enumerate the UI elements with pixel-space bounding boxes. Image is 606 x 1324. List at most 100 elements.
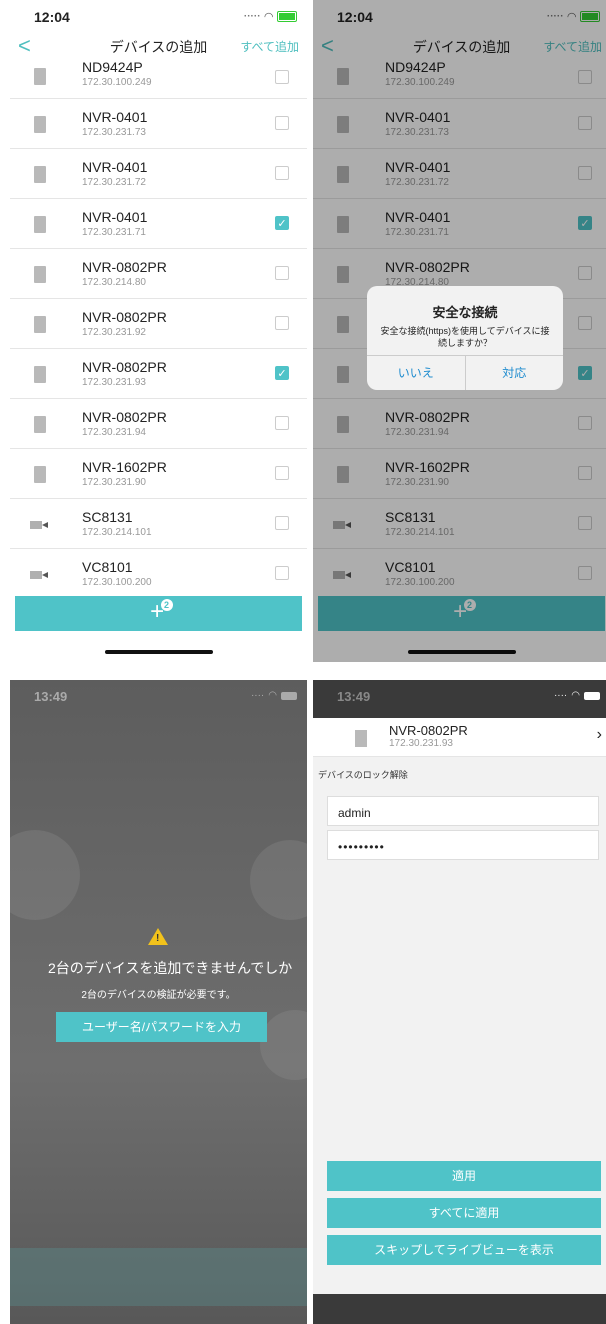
device-ip: 172.30.214.80 (82, 277, 146, 288)
device-ip: 172.30.231.92 (82, 327, 146, 338)
checkbox[interactable] (275, 416, 289, 430)
checkbox[interactable] (275, 566, 289, 580)
status-bar: 13:49 ···· ◠ (313, 680, 606, 718)
device-row[interactable]: NVR-0802PR 172.30.231.93 ✓ (10, 349, 307, 399)
device-name: NVR-0802PR (389, 723, 468, 738)
home-indicator (104, 650, 213, 654)
wifi-icon: ◠ (268, 690, 277, 701)
nvr-icon (34, 466, 46, 483)
checkbox[interactable] (275, 316, 289, 330)
battery-icon (584, 691, 600, 700)
wifi-icon: ◠ (571, 690, 580, 701)
nvr-icon (355, 730, 367, 747)
device-row[interactable]: NVR-0802PR 172.30.214.80 (10, 249, 307, 299)
alert-message: 安全な接続(https)を使用してデバイスに接続しますか？ (380, 326, 550, 348)
device-ip: 172.30.231.72 (82, 177, 146, 188)
device-row[interactable]: NVR-1602PR 172.30.231.90 (10, 449, 307, 499)
alert-yes-button[interactable]: 対応 (464, 356, 564, 390)
device-list: ND9424P 172.30.100.249 NVR-0401 172.30.231.… (10, 62, 307, 592)
battery-icon (281, 691, 297, 700)
status-icons: ····· ◠ (244, 10, 297, 23)
device-ip: 172.30.214.101 (82, 527, 152, 538)
selected-count-badge: 2 (160, 599, 173, 611)
signal-icon: ···· (553, 690, 568, 701)
wifi-icon: ◠ (264, 11, 273, 23)
device-name: NVR-0802PR (82, 359, 167, 375)
device-row[interactable]: NVR-0802PR 172.30.231.94 (10, 399, 307, 449)
device-card[interactable]: NVR-0802PR 172.30.231.93 › (313, 718, 606, 757)
checkbox[interactable] (275, 516, 289, 530)
add-device-screen: 12:04 ····· ◠ < デバイスの追加 すべて追加 ND9424P 172… (10, 0, 307, 662)
nav-bar: < デバイスの追加 すべて追加 (10, 32, 307, 62)
nvr-icon (34, 166, 46, 183)
section-label: デバイスのロック解除 (318, 770, 408, 780)
device-ip: 172.30.231.73 (82, 127, 146, 138)
signal-icon: ····· (243, 11, 261, 22)
device-ip: 172.30.100.200 (82, 577, 152, 588)
device-name: NVR-0802PR (82, 409, 167, 425)
device-row[interactable]: NVR-0401 172.30.231.73 (10, 99, 307, 149)
device-name: NVR-0802PR (82, 259, 167, 275)
device-name: ND9424P (82, 62, 143, 75)
device-name: NVR-0401 (82, 159, 148, 175)
device-name: VC8101 (82, 559, 133, 575)
device-ip: 172.30.231.94 (82, 427, 146, 438)
device-ip: 172.30.100.249 (82, 77, 152, 88)
add-failed-screen: 13:49 ···· ◠ ! 2台のデバイスを追加できませんでしか 2台のデバイ… (10, 680, 307, 1324)
status-time: 13:49 (337, 689, 371, 704)
nvr-icon (34, 416, 46, 433)
device-ip: 172.30.231.93 (82, 377, 146, 388)
add-all-button[interactable]: すべて追加 (240, 38, 299, 55)
apply-button[interactable]: 適用 (327, 1161, 601, 1191)
device-name: SC8131 (82, 509, 133, 525)
device-ip: 172.30.231.90 (82, 477, 146, 488)
password-field[interactable]: ••••••••• (327, 830, 599, 860)
device-name: NVR-0401 (82, 109, 148, 125)
checkbox-checked[interactable]: ✓ (275, 216, 289, 230)
checkbox[interactable] (275, 466, 289, 480)
nvr-icon (34, 116, 46, 133)
failure-title: 2台のデバイスを追加できませんでしか (48, 960, 293, 976)
device-name: NVR-1602PR (82, 459, 167, 475)
camera-icon (30, 571, 50, 579)
alert-no-button[interactable]: いいえ (367, 356, 465, 390)
camera-icon (30, 521, 50, 529)
device-row[interactable]: NVR-0401 172.30.231.72 (10, 149, 307, 199)
enter-credentials-button[interactable]: ユーザー名/パスワードを入力 (56, 1012, 267, 1042)
device-name: NVR-0802PR (82, 309, 167, 325)
checkbox[interactable] (275, 266, 289, 280)
add-devices-button[interactable]: + 2 (15, 596, 302, 631)
secure-connection-alert: 安全な接続 安全な接続(https)を使用してデバイスに接続しますか？ いいえ … (367, 286, 563, 390)
apply-all-button[interactable]: すべてに適用 (327, 1198, 601, 1228)
warning-icon: ! (148, 928, 168, 945)
nvr-icon (34, 366, 46, 383)
bottom-bar (313, 1294, 606, 1324)
device-name: NVR-0401 (82, 209, 148, 225)
device-row[interactable]: NVR-0802PR 172.30.231.92 (10, 299, 307, 349)
device-ip: 172.30.231.93 (389, 738, 453, 749)
skip-to-liveview-button[interactable]: スキップしてライブビューを表示 (327, 1235, 601, 1265)
nvr-icon (34, 68, 46, 85)
device-row[interactable]: NVR-0401 172.30.231.71 ✓ (10, 199, 307, 249)
device-row[interactable]: ND9424P 172.30.100.249 (10, 62, 307, 99)
nvr-icon (34, 266, 46, 283)
checkbox[interactable] (275, 166, 289, 180)
device-row[interactable]: VC8101 172.30.100.200 (10, 549, 307, 592)
chevron-right-icon: › (596, 726, 602, 743)
signal-icon: ···· (250, 690, 265, 701)
battery-icon (277, 11, 297, 22)
username-field[interactable]: admin (327, 796, 599, 826)
checkbox[interactable] (275, 116, 289, 130)
status-icons: ···· ◠ (554, 690, 600, 701)
alert-buttons: いいえ 対応 (367, 355, 563, 390)
nvr-icon (34, 216, 46, 233)
status-time: 13:49 (34, 689, 68, 704)
device-ip: 172.30.231.71 (82, 227, 146, 238)
device-row[interactable]: SC8131 172.30.214.101 (10, 499, 307, 549)
add-device-screen-with-alert: 12:04 ····· ◠ < デバイスの追加 すべて追加 ND9424P 172… (313, 0, 606, 662)
nvr-icon (34, 316, 46, 333)
failure-subtitle: 2台のデバイスの検証が必要です。 (81, 990, 236, 1001)
checkbox-checked[interactable]: ✓ (275, 366, 289, 380)
blurred-background (10, 680, 307, 1324)
checkbox[interactable] (275, 70, 289, 84)
